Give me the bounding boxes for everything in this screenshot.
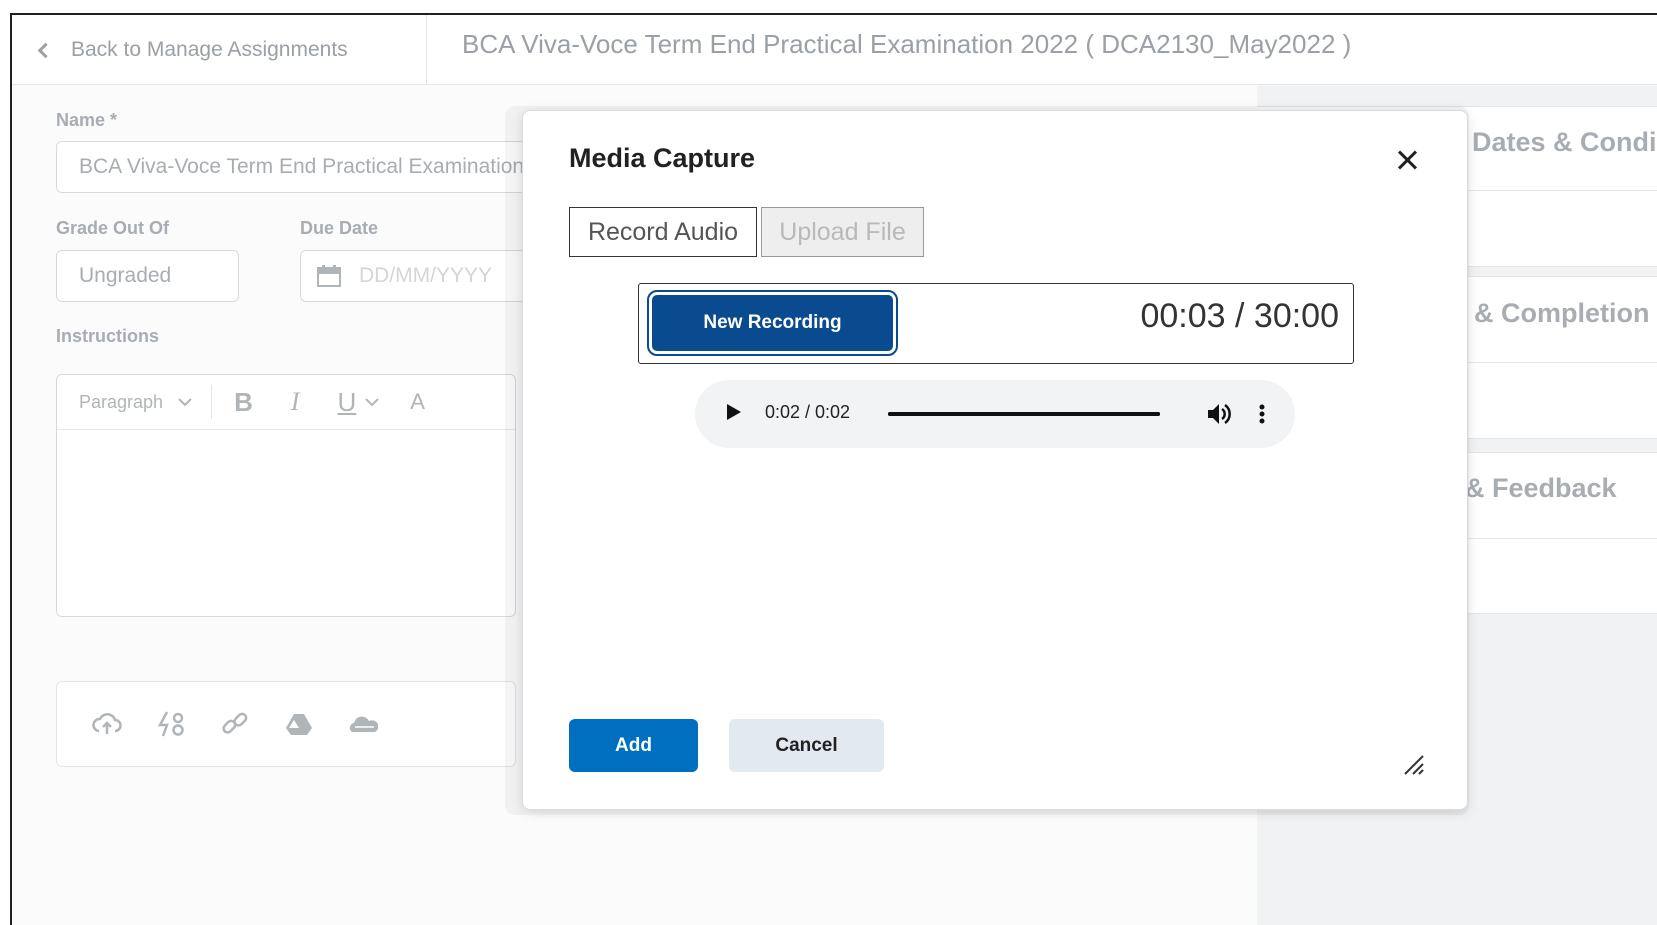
editor-toolbar: Paragraph B I U A: [57, 375, 515, 430]
chevron-down-icon[interactable]: [177, 397, 193, 407]
grade-out-of-label: Grade Out Of: [56, 218, 170, 238]
submission-feedback-title: & Feedback: [1465, 473, 1617, 503]
audio-player: 0:02 / 0:02: [695, 380, 1295, 448]
dialog-title: Media Capture: [569, 143, 756, 173]
cancel-button[interactable]: Cancel: [729, 719, 884, 772]
audio-progress-slider[interactable]: [888, 412, 1160, 416]
due-date-input[interactable]: DD/MM/YYYY: [300, 250, 540, 302]
audio-time: 0:02 / 0:02: [765, 402, 851, 422]
due-date-placeholder: DD/MM/YYYY: [359, 264, 493, 287]
back-to-manage-assignments-link[interactable]: Back to Manage Assignments: [12, 15, 427, 85]
new-recording-button[interactable]: New Recording: [647, 290, 898, 356]
play-icon[interactable]: [727, 404, 741, 420]
google-drive-icon[interactable]: [283, 708, 315, 740]
flash-icon[interactable]: [155, 708, 187, 740]
chevron-left-icon: [37, 42, 54, 58]
name-input[interactable]: BCA Viva-Voce Term End Practical Examina…: [56, 141, 536, 193]
top-bar: Back to Manage Assignments BCA Viva-Voce…: [12, 15, 1657, 85]
back-link-label: Back to Manage Assignments: [71, 38, 348, 61]
tab-record-audio[interactable]: Record Audio: [569, 207, 757, 257]
instructions-editor[interactable]: Paragraph B I U A: [56, 374, 516, 617]
close-icon[interactable]: [1393, 146, 1421, 174]
attachments-bar: [56, 681, 516, 767]
toolbar-divider: [211, 385, 213, 419]
due-date-label: Due Date: [300, 218, 379, 238]
evaluation-completion-title: & Completion: [1474, 298, 1650, 328]
upload-cloud-icon[interactable]: [91, 708, 123, 740]
audio-progress-fill: [888, 412, 1160, 416]
instructions-label: Instructions: [56, 326, 160, 346]
chevron-down-icon[interactable]: [364, 397, 380, 407]
recording-timer: 00:03 / 30:00: [1140, 297, 1339, 335]
italic-button[interactable]: I: [291, 387, 300, 417]
name-label: Name *: [56, 110, 118, 130]
dates-conditions-title: Dates & Condi: [1472, 127, 1657, 157]
grade-out-of-input[interactable]: Ungraded: [56, 250, 239, 302]
underline-button[interactable]: U: [338, 387, 357, 418]
onedrive-icon[interactable]: [347, 708, 379, 740]
calendar-icon: [317, 265, 341, 287]
volume-icon[interactable]: [1205, 400, 1233, 428]
media-capture-dialog: Media Capture Record Audio Upload File N…: [522, 110, 1468, 810]
more-options-icon[interactable]: [1255, 400, 1269, 428]
bold-button[interactable]: B: [234, 387, 253, 418]
paragraph-select[interactable]: Paragraph: [79, 392, 163, 413]
page-title: BCA Viva-Voce Term End Practical Examina…: [462, 29, 1352, 59]
font-button[interactable]: A: [410, 389, 425, 415]
app-frame: Back to Manage Assignments BCA Viva-Voce…: [10, 13, 1657, 925]
tab-upload-file[interactable]: Upload File: [761, 207, 924, 257]
recorder-panel: New Recording 00:03 / 30:00: [638, 283, 1354, 364]
resize-handle-icon[interactable]: [1401, 752, 1425, 776]
link-icon[interactable]: [219, 708, 251, 740]
add-button[interactable]: Add: [569, 719, 698, 772]
